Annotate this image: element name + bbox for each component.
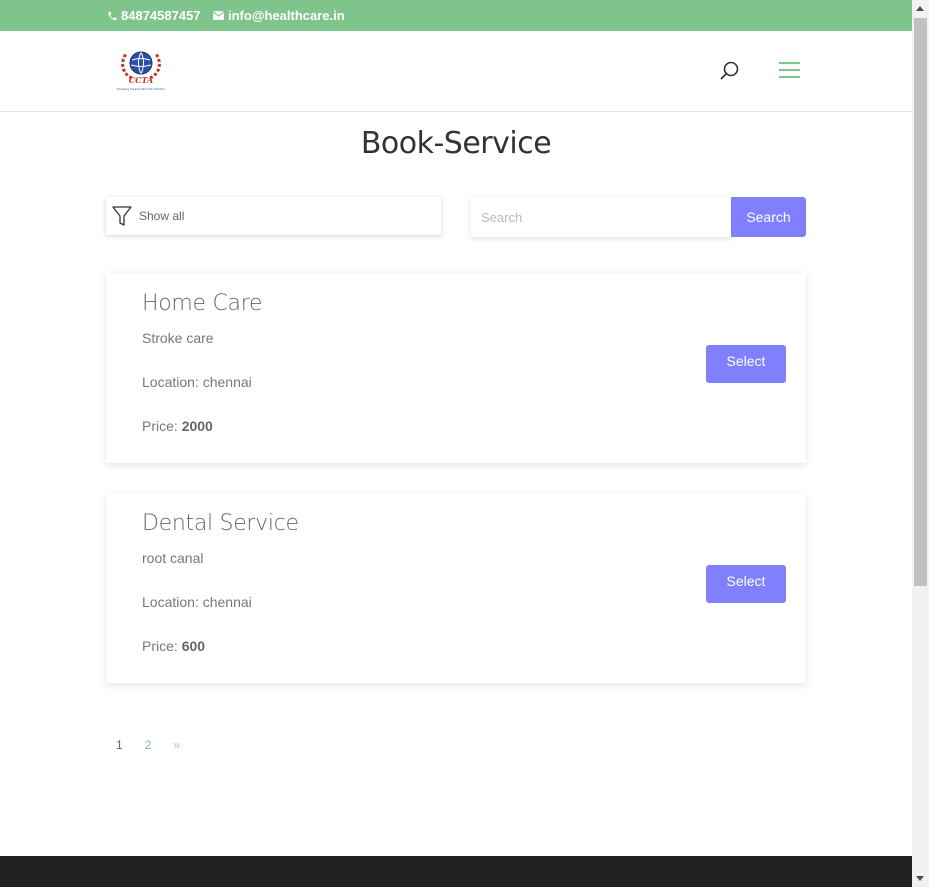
service-location: Location: chennai: [142, 374, 252, 390]
site-logo[interactable]: CCTA Changing Towards World Of Addiction: [110, 48, 172, 96]
svg-text:CCTA: CCTA: [129, 75, 153, 85]
envelope-icon: [212, 11, 225, 20]
phone-icon: [108, 11, 117, 20]
price-label: Price:: [142, 638, 182, 654]
price-value: 600: [181, 638, 206, 654]
email-address: info@healthcare.in: [228, 8, 345, 23]
search-bar: Search: [471, 197, 806, 237]
category-filter-dropdown[interactable]: Show all: [106, 197, 441, 235]
service-card: Dental Service root canal Location: chen…: [106, 493, 806, 683]
search-input[interactable]: [471, 197, 731, 237]
scrollbar-thumb[interactable]: [914, 18, 927, 586]
service-location: Location: chennai: [142, 594, 252, 610]
service-name: Dental Service: [142, 511, 299, 536]
scroll-down-arrow-icon[interactable]: [916, 876, 924, 881]
scroll-up-arrow-icon[interactable]: [916, 6, 924, 11]
funnel-icon: [112, 206, 132, 226]
phone-number: 84874587457: [121, 8, 201, 23]
top-bar: 84874587457 info@healthcare.in: [0, 0, 912, 31]
select-button[interactable]: Select: [706, 345, 786, 383]
site-header: CCTA Changing Towards World Of Addiction: [0, 31, 912, 112]
page-1-current: 1: [116, 738, 123, 752]
hamburger-menu-icon[interactable]: [778, 61, 801, 79]
site-footer: [0, 856, 912, 887]
page-title: Book-Service: [360, 126, 552, 161]
price-value: 2000: [181, 418, 213, 434]
service-name: Home Care: [142, 291, 263, 316]
search-button[interactable]: Search: [731, 197, 806, 237]
select-button[interactable]: Select: [706, 565, 786, 603]
service-description: Stroke care: [142, 330, 214, 346]
filter-label: Show all: [139, 209, 185, 223]
service-price: Price: 600: [142, 638, 205, 654]
next-page-link[interactable]: »: [173, 738, 180, 752]
service-card: Home Care Stroke care Location: chennai …: [106, 273, 806, 463]
page-scrollbar[interactable]: [912, 0, 929, 887]
pagination: 1 2 »: [116, 738, 202, 752]
page-2-link[interactable]: 2: [145, 738, 152, 752]
service-price: Price: 2000: [142, 418, 213, 434]
search-icon[interactable]: [719, 60, 741, 82]
service-description: root canal: [142, 550, 204, 566]
price-label: Price:: [142, 418, 182, 434]
svg-text:Changing Towards World Of Addi: Changing Towards World Of Addiction: [117, 87, 166, 91]
phone-contact[interactable]: 84874587457: [107, 8, 201, 23]
email-contact[interactable]: info@healthcare.in: [212, 8, 345, 23]
